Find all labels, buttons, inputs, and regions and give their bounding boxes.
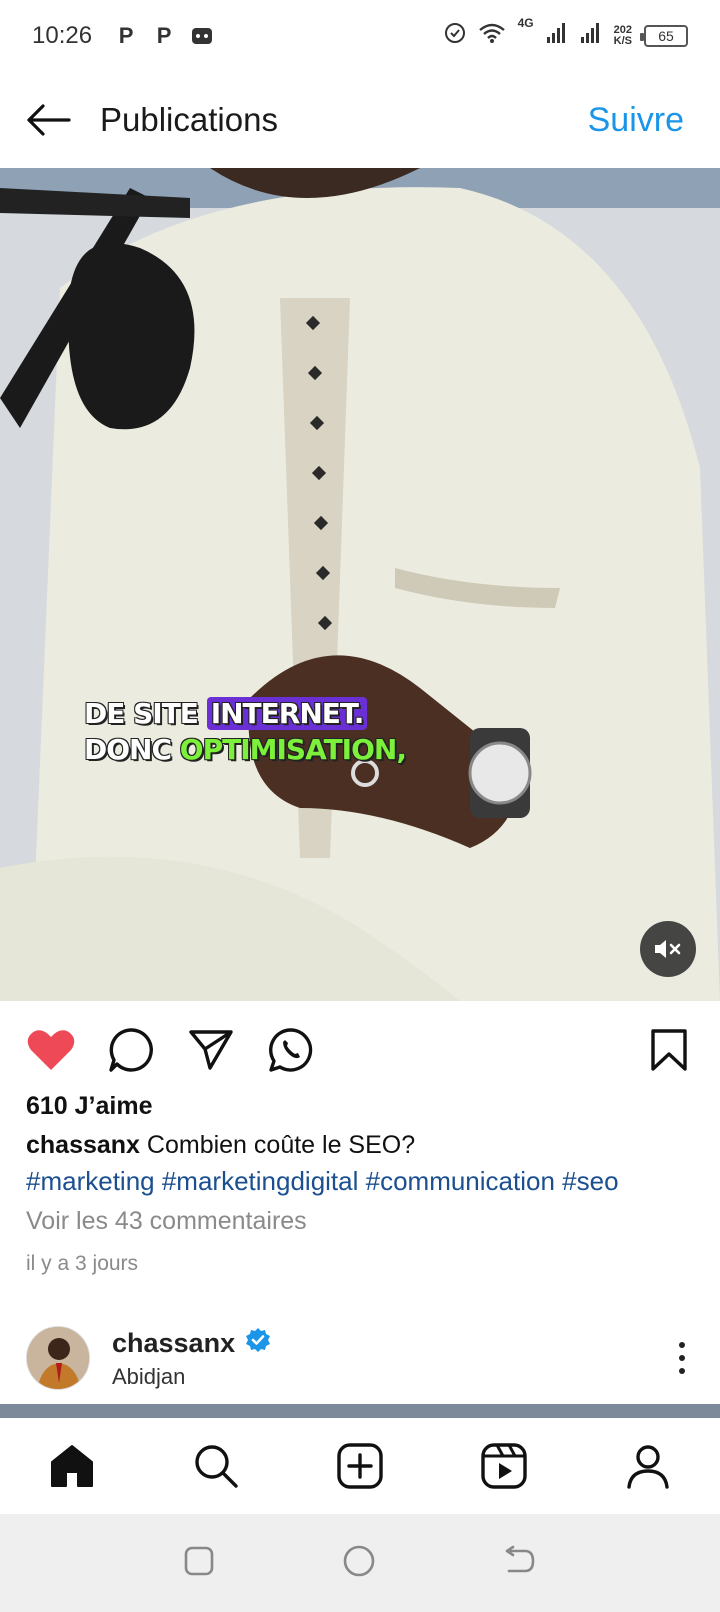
whatsapp-button[interactable]: [264, 1023, 318, 1077]
share-button[interactable]: [184, 1023, 238, 1077]
next-post-user-info: chassanx Abidjan: [112, 1327, 271, 1390]
post-actions: [0, 1018, 720, 1082]
nav-search[interactable]: [186, 1436, 246, 1496]
nav-reels[interactable]: [474, 1436, 534, 1496]
signal-icon: [546, 22, 568, 51]
reels-icon: [481, 1443, 527, 1489]
home-icon: [51, 1445, 93, 1487]
profile-icon: [627, 1445, 669, 1489]
more-options-icon[interactable]: [670, 1334, 694, 1382]
next-post-location[interactable]: Abidjan: [112, 1364, 271, 1390]
post-hashtags[interactable]: #marketing #marketingdigital #communicat…: [26, 1163, 706, 1199]
caption-text: Combien coûte le SEO?: [139, 1131, 416, 1159]
nav-create[interactable]: [330, 1436, 390, 1496]
like-count[interactable]: 610 J’aime: [26, 1092, 706, 1121]
verified-badge-icon: [245, 1327, 271, 1360]
battery-icon: 65: [640, 25, 688, 47]
post-timestamp: il y a 3 jours: [26, 1252, 139, 1275]
follow-button[interactable]: Suivre: [588, 101, 684, 140]
page-title: Publications: [100, 101, 278, 138]
heart-icon: [27, 1030, 75, 1070]
subtitle-line1-highlight: INTERNET.: [206, 697, 368, 730]
back-arrow-icon[interactable]: [24, 96, 72, 144]
comment-button[interactable]: [104, 1023, 158, 1077]
subtitle-line2-highlight: OPTIMISATION,: [179, 733, 407, 766]
plus-square-icon: [337, 1443, 383, 1489]
home-circle-icon[interactable]: [342, 1544, 376, 1583]
p-app-icon-2: P: [156, 23, 172, 48]
nav-home[interactable]: [42, 1436, 102, 1496]
status-right: 4G 202 K/S 65: [444, 16, 688, 51]
next-post-media-preview: [0, 1404, 720, 1418]
comment-icon: [109, 1028, 153, 1072]
signal-icon-2: [580, 22, 602, 51]
post-caption: chassanx Combien coûte le SEO?: [26, 1127, 706, 1163]
avatar[interactable]: [26, 1326, 90, 1390]
video-subtitle: DE SITE INTERNET. DONC OPTIMISATION,: [84, 696, 407, 768]
post-video[interactable]: DE SITE INTERNET. DONC OPTIMISATION,: [0, 168, 720, 1001]
next-post-header: chassanx Abidjan: [0, 1310, 720, 1406]
speed-unit: K/S: [613, 35, 632, 47]
whatsapp-icon: [269, 1028, 313, 1072]
wifi-icon: [478, 22, 506, 51]
p-app-icon: P: [118, 23, 134, 48]
network-type: 4G: [517, 15, 534, 30]
subtitle-line2-plain: DONC: [84, 733, 180, 766]
like-button[interactable]: [24, 1023, 78, 1077]
status-bar: 10:26 P P 4G 202 K/S 65: [0, 0, 720, 72]
view-comments-link[interactable]: Voir les 43 commentaires: [26, 1207, 706, 1236]
save-button[interactable]: [642, 1023, 696, 1077]
vpn-icon: [444, 22, 466, 51]
caption-username[interactable]: chassanx: [26, 1131, 140, 1159]
header: Publications Suivre: [0, 72, 720, 168]
subtitle-line1-plain: DE SITE: [84, 697, 207, 730]
subtitle-line-2: DONC OPTIMISATION,: [84, 732, 407, 768]
bookmark-icon: [651, 1029, 687, 1071]
bottom-nav: [0, 1418, 720, 1514]
subtitle-line-1: DE SITE INTERNET.: [84, 696, 406, 732]
back-system-icon[interactable]: [503, 1545, 537, 1582]
send-icon: [189, 1030, 233, 1070]
next-post-username-row[interactable]: chassanx: [112, 1327, 271, 1360]
video-frame-illustration: [0, 168, 720, 1001]
battery-level: 65: [658, 28, 674, 44]
next-post-username[interactable]: chassanx: [112, 1328, 235, 1359]
search-icon: [195, 1445, 238, 1488]
status-time: 10:26: [32, 22, 93, 49]
recents-icon[interactable]: [183, 1545, 215, 1582]
nav-profile[interactable]: [618, 1436, 678, 1496]
system-nav-bar: [0, 1514, 720, 1612]
network-speed: 202 K/S: [614, 25, 632, 47]
post-details: 610 J’aime chassanx Combien coûte le SEO…: [26, 1092, 706, 1276]
mute-icon[interactable]: [640, 921, 696, 977]
gamepad-icon: [190, 24, 214, 48]
